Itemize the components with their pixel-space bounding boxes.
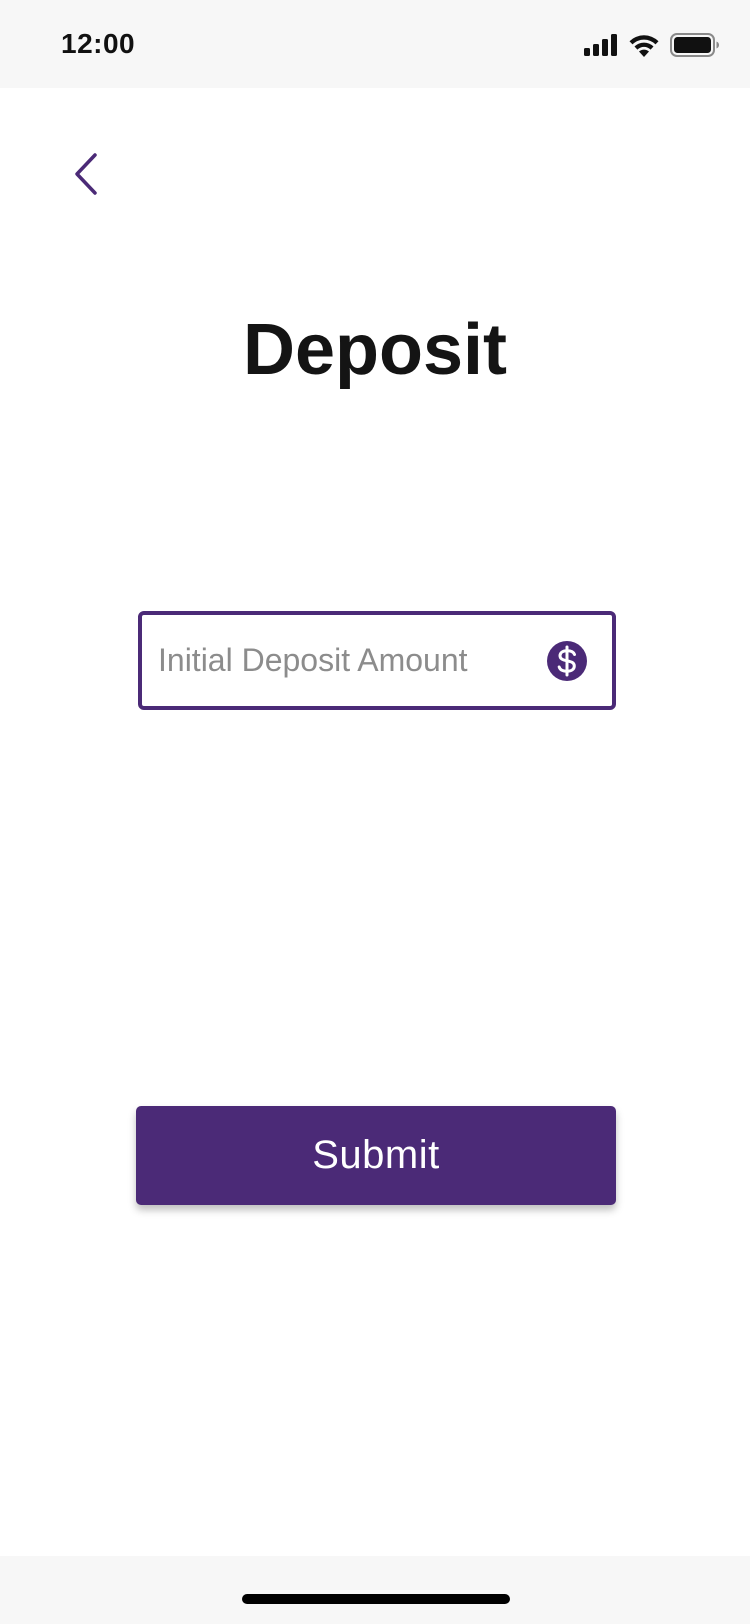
chevron-left-icon: [71, 152, 101, 201]
battery-icon: [670, 33, 720, 57]
back-button[interactable]: [58, 140, 114, 212]
home-indicator-area: [0, 1556, 750, 1624]
wifi-icon: [628, 33, 660, 57]
cellular-signal-icon: [584, 34, 618, 56]
submit-button[interactable]: Submit: [136, 1106, 616, 1205]
status-time: 12:00: [61, 28, 136, 59]
status-bar: 12:00: [0, 0, 750, 88]
home-indicator[interactable]: [242, 1594, 510, 1604]
dollar-circle-icon: [546, 640, 588, 682]
deposit-amount-field[interactable]: [138, 611, 616, 710]
page-title: Deposit: [242, 310, 508, 390]
status-icons: [584, 30, 720, 60]
deposit-amount-input[interactable]: [158, 615, 528, 706]
